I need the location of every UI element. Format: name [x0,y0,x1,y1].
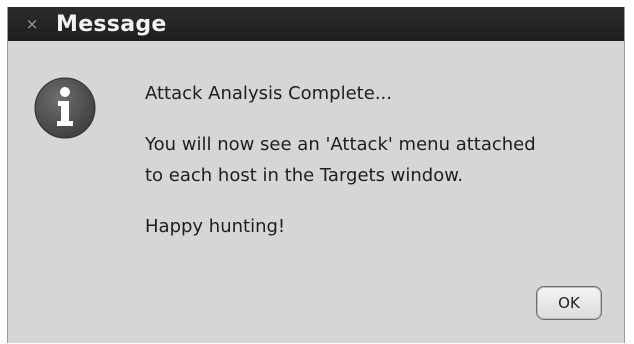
message-text: Attack Analysis Complete... You will now… [145,78,615,242]
ok-button[interactable]: OK [536,286,602,320]
message-line-1: You will now see an 'Attack' menu attach… [145,134,536,155]
message-dialog: × Message Attack Analysis Complete... Yo… [7,7,625,343]
message-line-2: to each host in the Targets window. [145,165,464,186]
title-bar[interactable]: × Message [8,7,624,41]
close-icon[interactable]: × [18,7,46,41]
message-heading: Attack Analysis Complete... [145,83,392,104]
info-icon [34,77,96,139]
dialog-title: Message [56,11,167,37]
message-closing: Happy hunting! [145,216,286,237]
dialog-body: Attack Analysis Complete... You will now… [8,41,624,343]
